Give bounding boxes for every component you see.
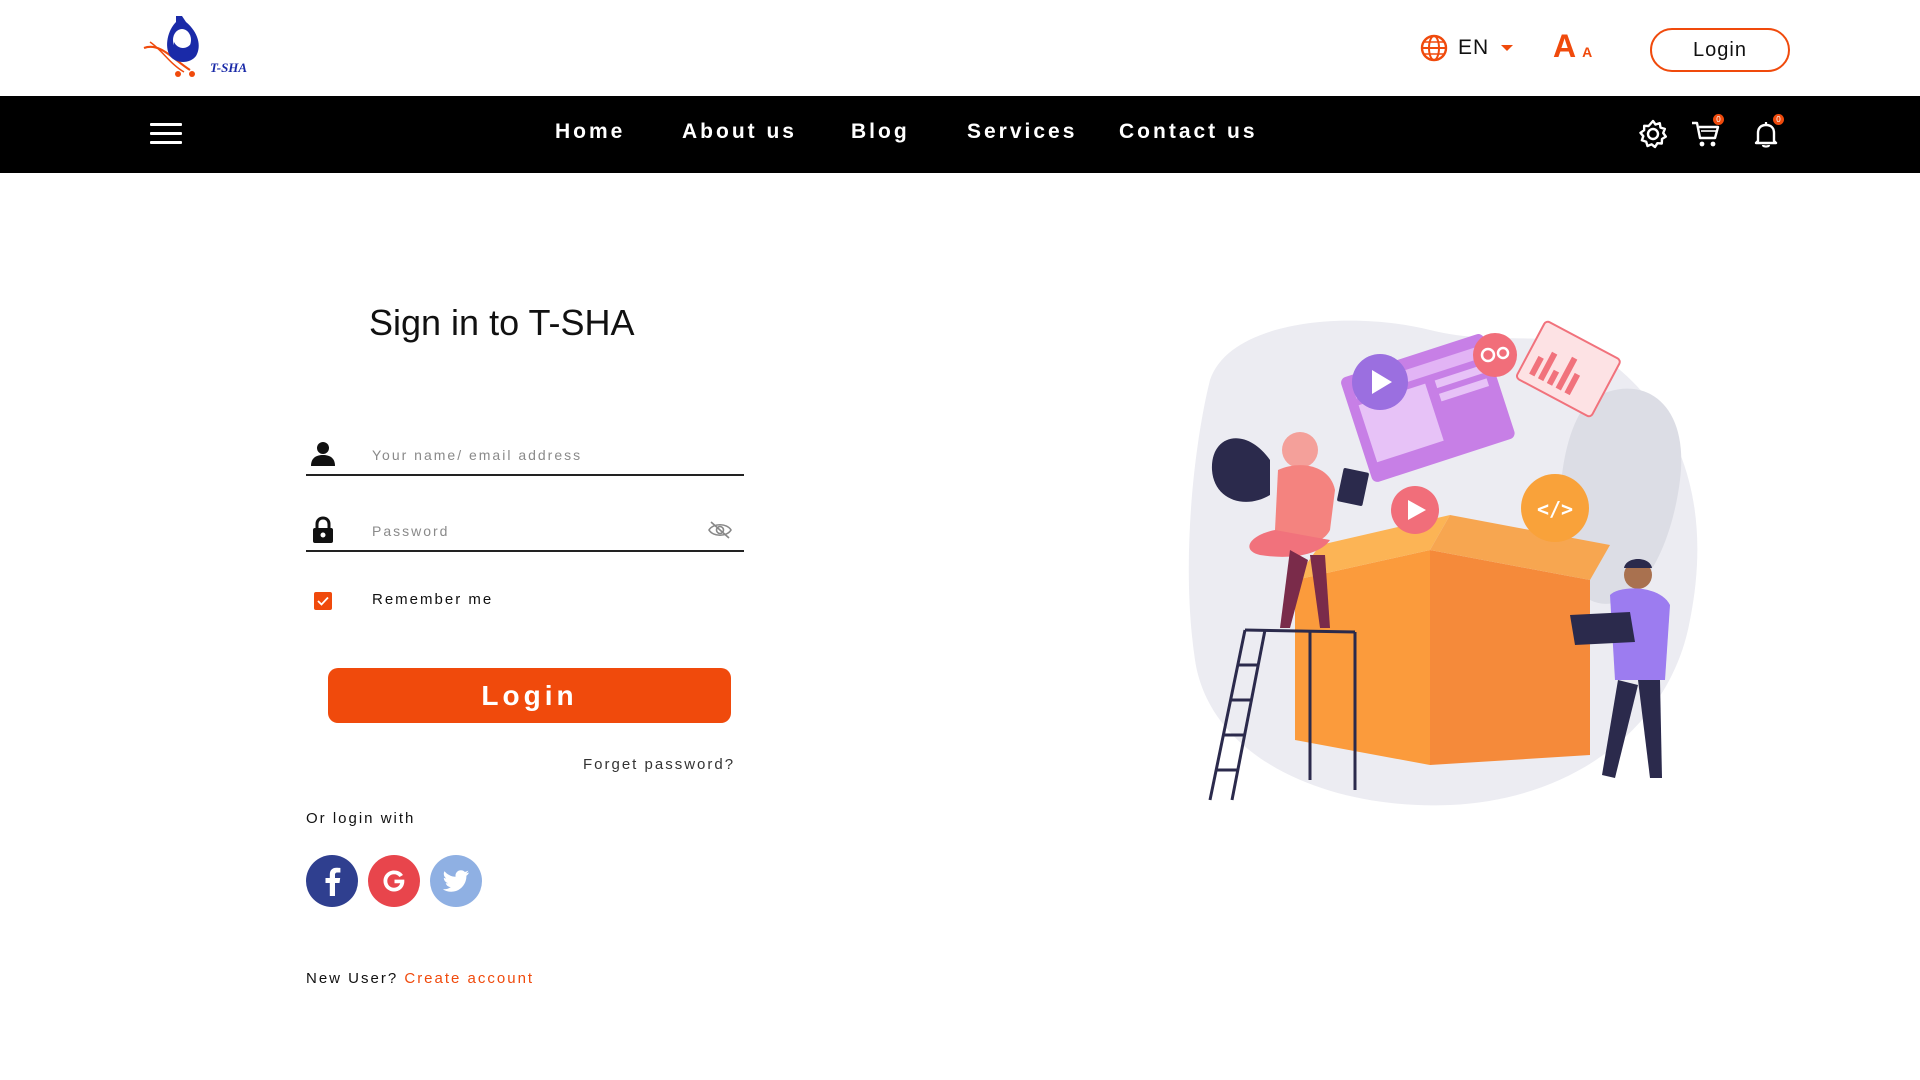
font-size-toggle[interactable]: A A (1553, 28, 1592, 65)
login-button[interactable]: Login (328, 668, 731, 723)
settings-icon[interactable] (1637, 118, 1669, 150)
font-size-large[interactable]: A (1553, 28, 1576, 65)
svg-text:</>: </> (1537, 497, 1573, 521)
bell-icon[interactable]: 0 (1750, 114, 1784, 150)
twitter-login-button[interactable] (430, 855, 482, 907)
username-input[interactable] (372, 442, 702, 468)
illustration-graphic: </> (1188, 320, 1698, 806)
notification-badge: 0 (1773, 114, 1784, 125)
language-label: EN (1458, 36, 1490, 59)
hero-illustration: </> (1150, 260, 1730, 820)
username-field (306, 436, 744, 476)
header-login-button[interactable]: Login (1650, 28, 1790, 72)
language-selector[interactable]: EN (1420, 32, 1514, 64)
remember-me: Remember me (314, 591, 491, 610)
nav-item-blog[interactable]: Blog (851, 120, 910, 144)
cart-badge: 0 (1713, 114, 1724, 125)
or-login-with-label: Or login with (306, 810, 416, 827)
globe-icon (1420, 34, 1448, 62)
cart-icon[interactable]: 0 (1690, 114, 1724, 150)
forgot-password-link[interactable]: Forget password? (583, 756, 735, 773)
google-icon (383, 870, 405, 892)
twitter-icon (442, 870, 469, 892)
facebook-icon (325, 867, 341, 896)
user-icon (311, 442, 335, 466)
logo-text: T-SHA (210, 60, 248, 75)
nav-item-contact-us[interactable]: Contact us (1119, 120, 1258, 144)
google-login-button[interactable] (368, 855, 420, 907)
create-account-link[interactable]: Create account (404, 970, 534, 987)
top-header: T-SHA EN A A Login (0, 0, 1920, 96)
font-size-small[interactable]: A (1582, 44, 1592, 60)
password-field (306, 512, 744, 552)
remember-label: Remember me (372, 591, 494, 608)
main-nav: Home About us Blog Services Contact us 0… (0, 96, 1920, 173)
nav-item-about-us[interactable]: About us (682, 120, 797, 144)
nav-item-services[interactable]: Services (967, 120, 1077, 144)
eye-off-icon[interactable] (708, 520, 732, 540)
tsha-logo[interactable]: T-SHA (140, 12, 250, 82)
facebook-login-button[interactable] (306, 855, 358, 907)
chevron-down-icon (1501, 45, 1514, 51)
remember-checkbox[interactable] (314, 592, 332, 610)
nav-item-home[interactable]: Home (555, 120, 625, 144)
menu-icon[interactable] (150, 123, 182, 147)
checkmark-icon (317, 596, 329, 606)
new-user-row: New User? Create account (306, 970, 534, 987)
password-input[interactable] (372, 518, 702, 544)
page-title: Sign in to T-SHA (369, 302, 635, 343)
new-user-label: New User? (306, 970, 399, 987)
lock-icon (313, 516, 333, 543)
